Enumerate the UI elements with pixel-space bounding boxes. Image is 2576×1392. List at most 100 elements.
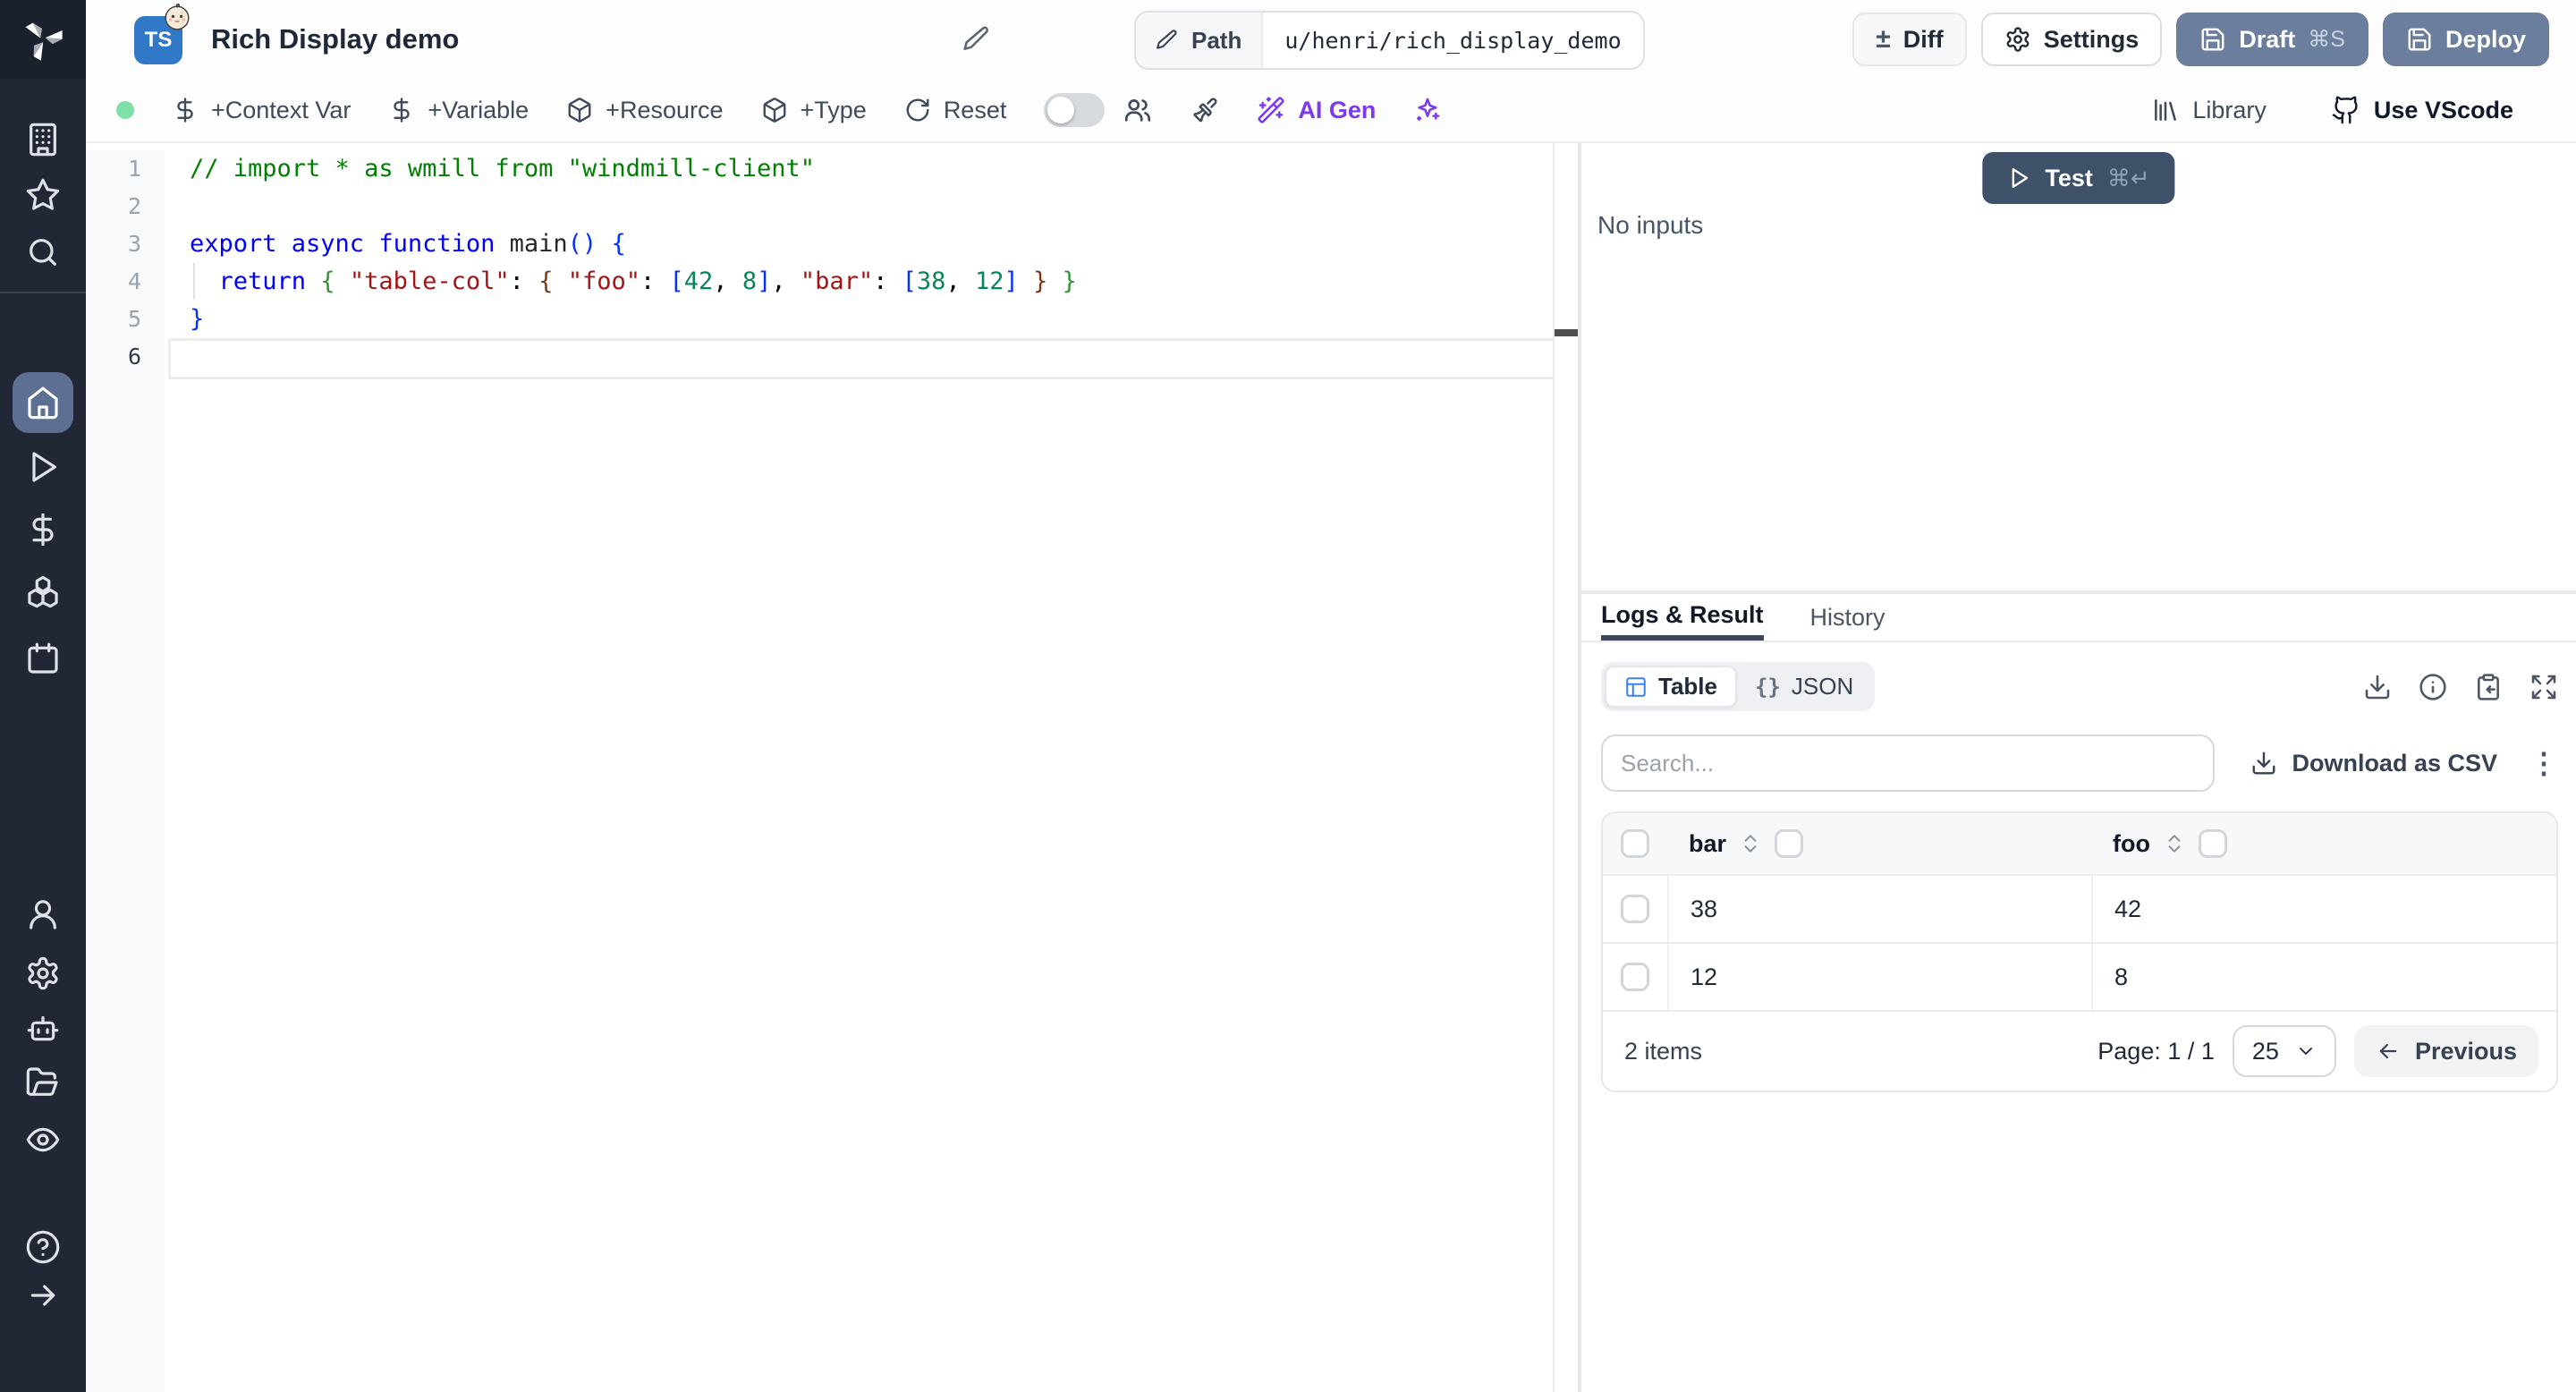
row-checkbox[interactable] (1621, 963, 1649, 991)
line-number: 6 (127, 344, 141, 369)
table-body: 38 42 12 8 (1603, 874, 2556, 1010)
column-toggle-foo[interactable] (2198, 829, 2227, 858)
sidebar-item-settings[interactable] (0, 955, 86, 991)
typescript-badge: TS (134, 3, 190, 64)
page-size-select[interactable]: 25 (2232, 1025, 2336, 1077)
multiplayer-control (1044, 93, 1153, 127)
settings-button[interactable]: Settings (1980, 13, 2163, 66)
sidebar-item-workspace[interactable] (0, 122, 86, 157)
star-icon (26, 178, 60, 210)
diff-button[interactable]: ± Diff (1852, 13, 1967, 66)
select-all-checkbox[interactable] (1621, 829, 1649, 858)
arrow-left-icon (2379, 1043, 2397, 1059)
folder-open-icon (26, 1067, 58, 1096)
path-label-section: Path (1136, 13, 1264, 68)
ai-sparkles-button[interactable] (1413, 96, 1442, 124)
play-icon (32, 452, 56, 482)
row-checkbox[interactable] (1621, 895, 1649, 923)
sidebar-item-help[interactable] (0, 1229, 86, 1265)
page-indicator: Page: 1 / 1 (2097, 1037, 2215, 1065)
code-line[interactable]: return { "table-col": { "foo": [42, 8], … (190, 263, 1553, 301)
previous-page-button[interactable]: Previous (2353, 1025, 2538, 1077)
overview-ruler-cursor-mark (1555, 329, 1578, 336)
save-icon (2408, 28, 2431, 51)
code-line[interactable] (190, 188, 1553, 225)
copy-result-button[interactable] (2474, 673, 2503, 701)
braces-icon: {} (1754, 674, 1781, 700)
download-csv-button[interactable]: Download as CSV (2250, 750, 2497, 777)
code-line[interactable]: export async function main() { (190, 225, 1553, 263)
refresh-icon (906, 98, 929, 122)
sort-foo-button[interactable] (2163, 832, 2186, 855)
sidebar-item-folders[interactable] (0, 1065, 86, 1100)
clipboard-copy-icon (2478, 673, 2499, 700)
table-menu-button[interactable]: ⋮ (2529, 746, 2558, 780)
sidebar-item-users[interactable] (0, 896, 86, 932)
sidebar-item-favorites[interactable] (0, 177, 86, 213)
tab-logs-result[interactable]: Logs & Result (1601, 594, 1764, 641)
format-button[interactable] (1191, 96, 1219, 124)
draft-shortcut: ⌘S (2308, 27, 2345, 52)
info-icon (2419, 673, 2446, 700)
settings-label: Settings (2043, 25, 2140, 53)
add-type-button[interactable]: +Type (761, 97, 867, 124)
use-vscode-label: Use VScode (2373, 96, 2513, 123)
view-switcher: Table {} JSON (1601, 662, 1876, 711)
code-line[interactable]: // import * as wmill from "windmill-clie… (190, 150, 1553, 188)
download-result-button[interactable] (2363, 673, 2392, 701)
view-table-button[interactable]: Table (1605, 666, 1737, 708)
multiplayer-toggle[interactable] (1044, 93, 1106, 127)
sidebar-item-search[interactable] (0, 234, 86, 270)
deploy-button[interactable]: Deploy (2382, 13, 2549, 66)
view-table-label: Table (1658, 673, 1717, 700)
user-icon (30, 900, 56, 929)
sidebar-item-audit-logs[interactable] (0, 1122, 86, 1158)
use-vscode-button[interactable]: Use VScode (2331, 95, 2513, 125)
tab-history[interactable]: History (1810, 594, 1885, 641)
code-line[interactable] (190, 338, 1553, 376)
sidebar-item-resources[interactable] (0, 574, 86, 610)
sidebar-item-runs[interactable] (0, 449, 86, 485)
header-actions: ± Diff Settings Draft ⌘S Deploy (1852, 13, 2549, 66)
windmill-logo[interactable] (0, 0, 86, 79)
diff-label: Diff (1902, 25, 1944, 53)
draft-button[interactable]: Draft ⌘S (2176, 13, 2368, 66)
ai-gen-button[interactable]: AI Gen (1257, 96, 1376, 124)
search-input[interactable] (1601, 734, 2215, 792)
column-header-bar: bar (1689, 829, 1727, 857)
previous-label: Previous (2414, 1037, 2517, 1065)
result-content: Table {} JSON Search... Download as CSV … (1601, 662, 2558, 1392)
users-icon (1125, 99, 1151, 122)
table-header: bar foo (1603, 813, 2556, 874)
eye-icon (26, 1127, 60, 1152)
add-variable-button[interactable]: +Variable (388, 97, 529, 124)
library-icon (2155, 99, 2177, 121)
view-json-button[interactable]: {} JSON (1737, 667, 1871, 706)
path-control[interactable]: Path u/henri/rich_display_demo (1134, 11, 1645, 70)
dollar-icon (394, 98, 411, 123)
code-editor[interactable]: 1 2 3 4 5 6 // import * as wmill from "windmi… (86, 143, 1578, 1392)
test-button[interactable]: Test ⌘↵ (1982, 152, 2175, 204)
sidebar-item-variables[interactable] (0, 512, 86, 547)
sidebar-item-home[interactable] (13, 372, 73, 433)
result-info-button[interactable] (2419, 673, 2447, 701)
expand-result-button[interactable] (2529, 673, 2558, 701)
code-line[interactable]: } (190, 301, 1553, 338)
edit-summary-button[interactable] (962, 25, 991, 54)
column-toggle-bar[interactable] (1775, 829, 1804, 858)
result-tabs: Logs & Result History (1581, 594, 2576, 642)
draft-label: Draft (2239, 25, 2296, 53)
reset-button[interactable]: Reset (904, 96, 1007, 124)
sort-bar-button[interactable] (1739, 832, 1762, 855)
add-resource-button[interactable]: +Resource (566, 97, 724, 124)
library-button[interactable]: Library (2151, 96, 2267, 124)
reset-label: Reset (943, 96, 1007, 123)
sidebar-expand-button[interactable] (0, 1277, 86, 1313)
test-label: Test (2045, 164, 2093, 191)
sidebar-item-workers[interactable] (0, 1011, 86, 1047)
add-context-var-button[interactable]: +Context Var (172, 97, 351, 124)
header: TS Rich Display demo Path u/henri/rich_d… (86, 0, 2576, 81)
building-icon (30, 123, 56, 157)
result-table: bar foo 38 42 12 8 2 items Page: 1 / 1 2… (1601, 811, 2558, 1092)
sidebar-item-schedules[interactable] (0, 641, 86, 676)
